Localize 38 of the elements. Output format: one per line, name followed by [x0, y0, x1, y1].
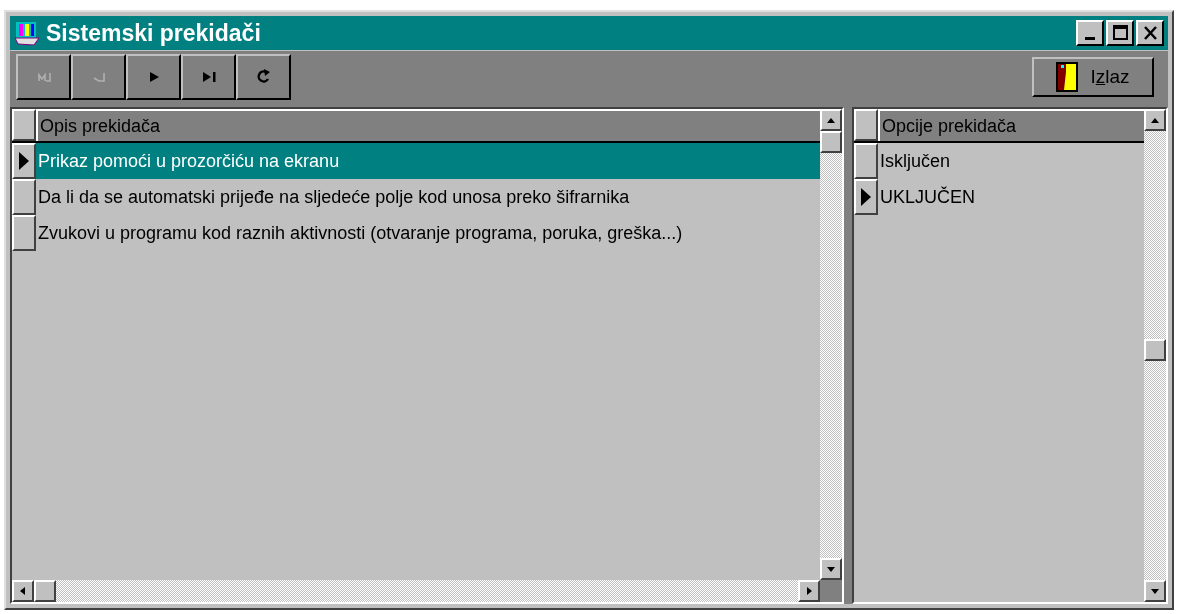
- toolbar-button[interactable]: [181, 54, 236, 100]
- scroll-up-button[interactable]: [820, 109, 842, 131]
- scrollbar-corner: [820, 580, 842, 602]
- minimize-button[interactable]: [1076, 20, 1104, 46]
- scroll-up-button[interactable]: [1144, 109, 1166, 131]
- door-icon: [1056, 62, 1079, 92]
- app-icon: [14, 20, 40, 46]
- toolbar-button[interactable]: [236, 54, 291, 100]
- table-cell[interactable]: Prikaz pomoći u prozorčiću na ekranu: [36, 143, 820, 179]
- maximize-button[interactable]: [1106, 20, 1134, 46]
- toolbar-button[interactable]: [71, 54, 126, 100]
- scroll-down-button[interactable]: [820, 558, 842, 580]
- scroll-thumb[interactable]: [34, 580, 56, 602]
- table-cell[interactable]: UKLJUČEN: [878, 179, 1144, 215]
- scroll-left-button[interactable]: [12, 580, 34, 602]
- column-header[interactable]: Opis prekidača: [36, 109, 820, 141]
- close-button[interactable]: [1136, 20, 1164, 46]
- scroll-thumb[interactable]: [1144, 339, 1166, 361]
- row-indicator[interactable]: [12, 179, 36, 215]
- current-row-icon: [18, 151, 30, 171]
- toolbar-button[interactable]: [126, 54, 181, 100]
- scroll-right-button[interactable]: [798, 580, 820, 602]
- minimize-icon: [1085, 36, 1095, 40]
- table-cell[interactable]: Da li da se automatski prijeđe na sljedeće polje kod unosa preko šifrarnika: [36, 179, 820, 215]
- table-cell[interactable]: Isključen: [878, 143, 1144, 179]
- window-title: Sistemski prekidači: [46, 18, 261, 48]
- row-indicator[interactable]: [12, 215, 36, 251]
- row-indicator[interactable]: [854, 179, 878, 215]
- toolbar-button[interactable]: [16, 54, 71, 100]
- maximize-icon: [1110, 23, 1130, 43]
- column-header[interactable]: Opcije prekidača: [878, 109, 1144, 141]
- exit-button[interactable]: Izlaz: [1032, 57, 1154, 97]
- table-cell[interactable]: Zvukovi u programu kod raznih aktivnosti (otvaranje programa, poruka, greška...): [36, 215, 820, 251]
- scroll-down-button[interactable]: [1144, 580, 1166, 602]
- scroll-thumb[interactable]: [820, 131, 842, 153]
- row-indicator[interactable]: [12, 143, 36, 179]
- row-indicator[interactable]: [854, 143, 878, 179]
- current-row-icon: [860, 187, 872, 207]
